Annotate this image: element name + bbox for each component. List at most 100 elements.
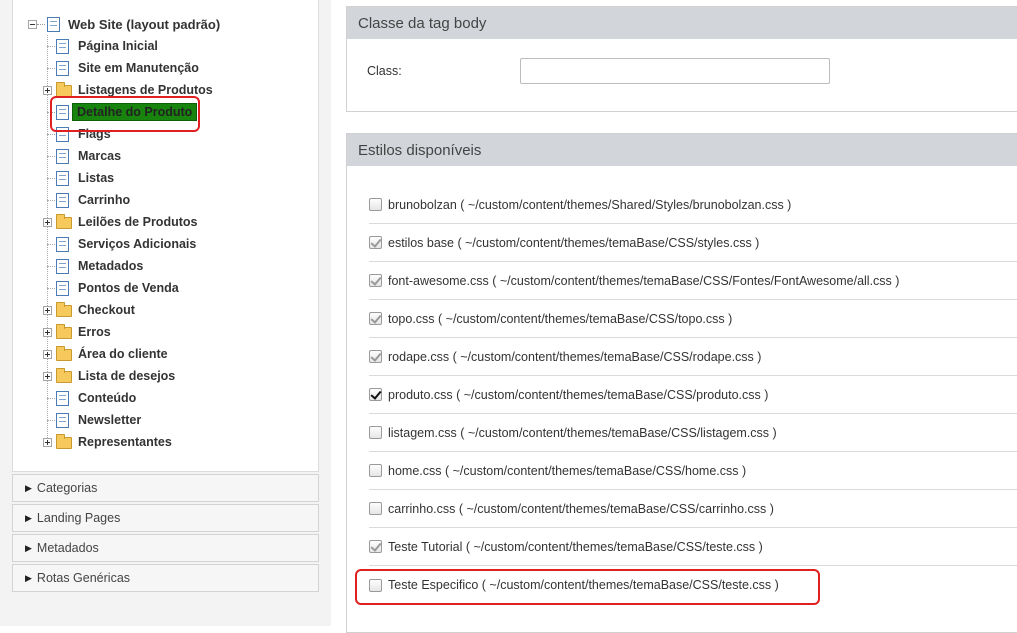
tree-item-pontos-de-venda[interactable]: Pontos de Venda	[40, 277, 179, 299]
tree-item-servicos-adicionais[interactable]: Serviços Adicionais	[40, 233, 196, 255]
style-label: carrinho.css ( ~/custom/content/themes/t…	[388, 501, 774, 516]
style-checkbox[interactable]	[369, 426, 382, 439]
tree-connector	[47, 45, 55, 47]
tree-item-representantes[interactable]: Representantes	[40, 431, 172, 453]
tree-item-lista-de-desejos[interactable]: Lista de desejos	[40, 365, 175, 387]
annotation-highlight	[50, 96, 200, 132]
tree-item-label: Área do cliente	[78, 347, 168, 361]
style-checkbox[interactable]	[369, 350, 382, 363]
accordion-metadados[interactable]: ▶ Metadados	[12, 534, 319, 562]
tree-connector	[37, 23, 45, 25]
tree-item-metadados[interactable]: Metadados	[40, 255, 143, 277]
triangle-right-icon: ▶	[25, 542, 32, 553]
style-row[interactable]: topo.css ( ~/custom/content/themes/temaB…	[369, 300, 1017, 338]
tree-item-label: Conteúdo	[78, 391, 137, 405]
class-row: Class:	[367, 64, 402, 78]
collapse-icon[interactable]	[28, 19, 37, 29]
tree-item-label: Página Inicial	[78, 39, 158, 53]
expand-icon[interactable]	[43, 437, 52, 447]
tree-item-pagina-inicial[interactable]: Página Inicial	[40, 35, 158, 57]
tree-item-label: Carrinho	[78, 193, 131, 207]
tree-item-label: Erros	[78, 325, 111, 339]
tree-item-label: Marcas	[78, 149, 122, 163]
tree-root-node[interactable]: Web Site (layout padrão)	[28, 13, 220, 35]
style-label: listagem.css ( ~/custom/content/themes/t…	[388, 425, 777, 440]
style-checkbox[interactable]	[369, 274, 382, 287]
tree-item-area-do-cliente[interactable]: Área do cliente	[40, 343, 168, 365]
style-row[interactable]: home.css ( ~/custom/content/themes/temaB…	[369, 452, 1017, 490]
accordion-label: Metadados	[36, 541, 99, 555]
tree-item-label: Listas	[78, 171, 115, 185]
tree-item-label: Serviços Adicionais	[78, 237, 197, 251]
tree-item-listas[interactable]: Listas	[40, 167, 114, 189]
style-checkbox[interactable]	[369, 198, 382, 211]
page-icon	[56, 192, 69, 208]
style-row[interactable]: rodape.css ( ~/custom/content/themes/tem…	[369, 338, 1017, 376]
accordion-landing-pages[interactable]: ▶ Landing Pages	[12, 504, 319, 532]
page-icon	[56, 258, 69, 274]
style-row[interactable]: listagem.css ( ~/custom/content/themes/t…	[369, 414, 1017, 452]
expand-icon[interactable]	[43, 349, 52, 359]
tree-connector	[47, 419, 55, 421]
tree-connector	[47, 397, 55, 399]
tree-item-leiloes-de-produtos[interactable]: Leilões de Produtos	[40, 211, 197, 233]
class-input[interactable]	[520, 58, 830, 84]
annotation-highlight	[355, 569, 820, 605]
style-checkbox[interactable]	[369, 236, 382, 249]
accordion-label: Landing Pages	[36, 511, 121, 525]
expand-icon[interactable]	[43, 371, 52, 381]
page-icon	[56, 38, 69, 54]
expand-icon[interactable]	[43, 217, 52, 227]
style-row[interactable]: font-awesome.css ( ~/custom/content/them…	[369, 262, 1017, 300]
class-label: Class:	[367, 64, 402, 78]
tree-item-newsletter[interactable]: Newsletter	[40, 409, 141, 431]
page-icon	[56, 280, 69, 296]
style-row[interactable]: carrinho.css ( ~/custom/content/themes/t…	[369, 490, 1017, 528]
style-row[interactable]: brunobolzan ( ~/custom/content/themes/Sh…	[369, 186, 1017, 224]
accordion-categorias[interactable]: ▶ Categorias	[12, 474, 319, 502]
triangle-right-icon: ▶	[25, 572, 32, 583]
accordion-rotas-genericas[interactable]: ▶ Rotas Genéricas	[12, 564, 319, 592]
tree-item-marcas[interactable]: Marcas	[40, 145, 121, 167]
folder-icon	[56, 324, 72, 339]
folder-icon	[56, 434, 72, 449]
style-checkbox[interactable]	[369, 388, 382, 401]
expand-icon[interactable]	[43, 85, 52, 95]
style-row[interactable]: Teste Tutorial ( ~/custom/content/themes…	[369, 528, 1017, 566]
style-checkbox[interactable]	[369, 312, 382, 325]
tree-connector	[47, 199, 55, 201]
tree-item-erros[interactable]: Erros	[40, 321, 111, 343]
style-label: Teste Tutorial ( ~/custom/content/themes…	[388, 539, 763, 554]
expand-icon[interactable]	[43, 327, 52, 337]
style-label: brunobolzan ( ~/custom/content/themes/Sh…	[388, 197, 792, 212]
tree-item-checkout[interactable]: Checkout	[40, 299, 135, 321]
tree-item-label: Representantes	[78, 435, 172, 449]
tree-item-label: Checkout	[78, 303, 135, 317]
style-label: font-awesome.css ( ~/custom/content/them…	[388, 273, 900, 288]
tree-item-carrinho[interactable]: Carrinho	[40, 189, 130, 211]
tree-item-label: Metadados	[78, 259, 144, 273]
tree-item-label: Listagens de Produtos	[78, 83, 213, 97]
tree-connector	[47, 177, 55, 179]
folder-icon	[56, 302, 72, 317]
style-label: topo.css ( ~/custom/content/themes/temaB…	[388, 311, 733, 326]
tree-item-label: Newsletter	[78, 413, 142, 427]
style-label: produto.css ( ~/custom/content/themes/te…	[388, 387, 769, 402]
tree-connector	[47, 243, 55, 245]
style-checkbox[interactable]	[369, 464, 382, 477]
tree-item-site-em-manutencao[interactable]: Site em Manutenção	[40, 57, 199, 79]
body-class-panel: Classe da tag body Class:	[346, 6, 1017, 112]
style-label: estilos base ( ~/custom/content/themes/t…	[388, 235, 760, 250]
style-row[interactable]: estilos base ( ~/custom/content/themes/t…	[369, 224, 1017, 262]
expand-icon[interactable]	[43, 305, 52, 315]
style-checkbox[interactable]	[369, 502, 382, 515]
page-icon	[56, 236, 69, 252]
style-row[interactable]: produto.css ( ~/custom/content/themes/te…	[369, 376, 1017, 414]
tree-connector	[47, 287, 55, 289]
folder-icon	[56, 346, 72, 361]
sidebar: Web Site (layout padrão) Página Inicial …	[0, 0, 331, 626]
style-checkbox[interactable]	[369, 540, 382, 553]
tree-root-label: Web Site (layout padrão)	[68, 16, 221, 32]
tree-item-conteudo[interactable]: Conteúdo	[40, 387, 136, 409]
page-icon	[56, 390, 69, 406]
